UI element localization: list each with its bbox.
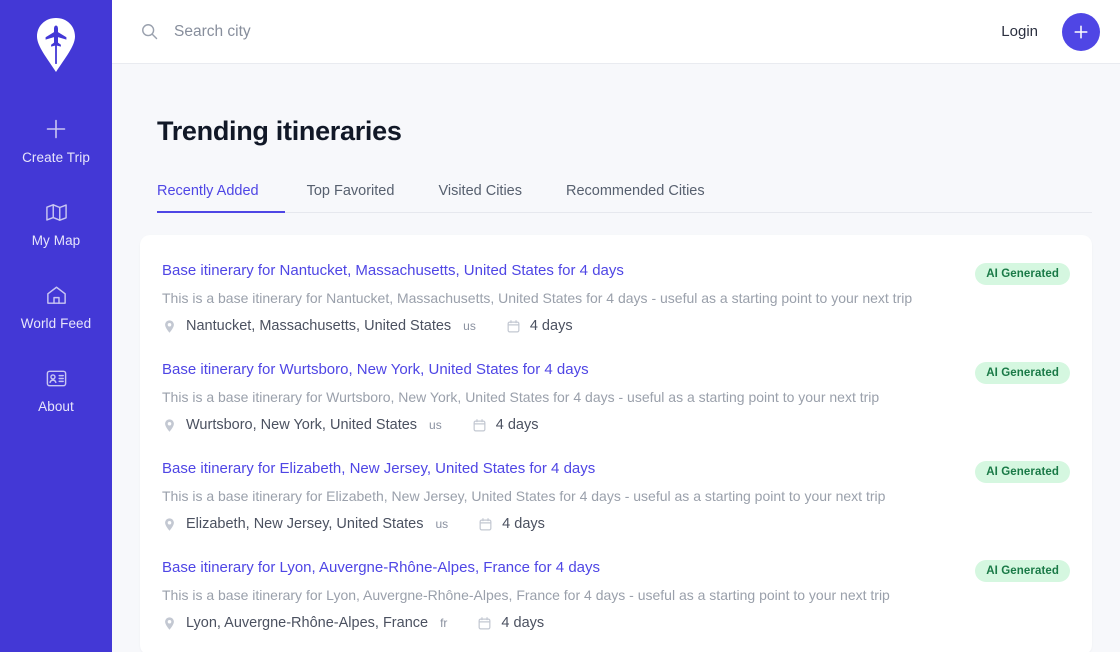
sidebar-item-label: World Feed [20, 316, 92, 331]
map-icon [45, 199, 68, 225]
country-code: us [435, 517, 449, 531]
itinerary-meta: Elizabeth, New Jersey, United States us … [162, 516, 957, 532]
itinerary-location: Nantucket, Massachusetts, United States … [162, 318, 476, 334]
itinerary-description: This is a base itinerary for Nantucket, … [162, 290, 913, 306]
top-bar: Login [112, 0, 1120, 64]
status-badge: AI Generated [975, 362, 1070, 384]
location-text: Nantucket, Massachusetts, United States [186, 318, 452, 334]
sidebar-item-label: My Map [31, 233, 81, 248]
sidebar-item-label: Create Trip [22, 150, 90, 165]
itinerary-meta: Lyon, Auvergne-Rhône-Alpes, France fr 4 … [162, 615, 957, 631]
country-code: us [429, 418, 442, 432]
itinerary-body: Base itinerary for Lyon, Auvergne-Rhône-… [162, 558, 957, 631]
tab-visited-cities[interactable]: Visited Cities [416, 175, 544, 213]
tab-bar: Recently Added Top Favorited Visited Cit… [157, 175, 1092, 213]
itinerary-body: Base itinerary for Elizabeth, New Jersey… [162, 459, 957, 532]
duration-text: 4 days [501, 615, 545, 631]
itinerary-description: This is a base itinerary for Wurtsboro, … [162, 389, 880, 405]
main-area: Login Trending itineraries Recently Adde… [112, 0, 1120, 652]
sidebar-item-my-map[interactable]: My Map [0, 189, 112, 255]
duration-text: 4 days [502, 516, 545, 532]
sidebar-item-about[interactable]: About [0, 355, 112, 421]
sidebar-item-label: About [38, 399, 74, 414]
itinerary-meta: Wurtsboro, New York, United States us 4 … [162, 417, 957, 433]
itinerary-title-link[interactable]: Base itinerary for Wurtsboro, New York, … [162, 360, 957, 380]
sidebar-item-world-feed[interactable]: World Feed [0, 272, 112, 338]
itinerary-duration: 4 days [478, 516, 545, 532]
itinerary-duration: 4 days [506, 318, 573, 334]
duration-text: 4 days [529, 318, 573, 334]
location-text: Lyon, Auvergne-Rhône-Alpes, France [186, 615, 429, 631]
page-title: Trending itineraries [157, 116, 402, 146]
add-trip-button[interactable] [1062, 12, 1100, 51]
itinerary-title-link[interactable]: Base itinerary for Nantucket, Massachuse… [162, 261, 957, 281]
sidebar-item-create-trip[interactable]: Create Trip [0, 106, 112, 172]
id-card-icon [45, 365, 68, 391]
itinerary-title-link[interactable]: Base itinerary for Elizabeth, New Jersey… [162, 459, 957, 479]
top-bar-actions: Login [1001, 12, 1100, 51]
country-code: us [463, 319, 476, 333]
search-icon[interactable] [140, 22, 159, 41]
calendar-icon [506, 319, 521, 334]
location-text: Elizabeth, New Jersey, United States [186, 516, 424, 532]
location-pin-icon [162, 418, 177, 433]
itinerary-title-link[interactable]: Base itinerary for Lyon, Auvergne-Rhône-… [162, 558, 957, 578]
tab-recently-added[interactable]: Recently Added [157, 175, 285, 213]
status-badge: AI Generated [975, 263, 1070, 285]
itinerary-location: Elizabeth, New Jersey, United States us [162, 516, 448, 532]
app-logo[interactable] [28, 14, 84, 76]
location-pin-icon [162, 517, 177, 532]
tab-top-favorited[interactable]: Top Favorited [285, 175, 417, 213]
list-item[interactable]: Base itinerary for Elizabeth, New Jersey… [162, 459, 1070, 558]
duration-text: 4 days [495, 417, 539, 433]
itinerary-list-card: Base itinerary for Nantucket, Massachuse… [140, 235, 1092, 652]
location-text: Wurtsboro, New York, United States [186, 417, 418, 433]
location-pin-icon [162, 319, 177, 334]
status-badge: AI Generated [975, 461, 1070, 483]
itinerary-location: Wurtsboro, New York, United States us [162, 417, 442, 433]
calendar-icon [472, 418, 487, 433]
app-root: Create Trip My Map World Feed About Sear… [0, 0, 1120, 652]
list-item[interactable]: Base itinerary for Wurtsboro, New York, … [162, 360, 1070, 459]
itinerary-location: Lyon, Auvergne-Rhône-Alpes, France fr [162, 615, 447, 631]
search-area [140, 22, 1001, 41]
itinerary-body: Base itinerary for Nantucket, Massachuse… [162, 261, 957, 334]
list-item[interactable]: Base itinerary for Lyon, Auvergne-Rhône-… [162, 558, 1070, 652]
search-input[interactable] [174, 22, 594, 41]
home-icon [45, 282, 68, 308]
itinerary-meta: Nantucket, Massachusetts, United States … [162, 318, 957, 334]
itinerary-duration: 4 days [472, 417, 539, 433]
country-code: fr [440, 616, 448, 630]
tab-recommended-cities[interactable]: Recommended Cities [544, 175, 727, 213]
login-button[interactable]: Login [1001, 23, 1038, 40]
calendar-icon [478, 517, 493, 532]
status-badge: AI Generated [975, 560, 1070, 582]
plus-icon [1074, 24, 1088, 39]
location-pin-icon [162, 616, 177, 631]
itinerary-description: This is a base itinerary for Elizabeth, … [162, 488, 886, 504]
map-pin-airplane-logo-icon [37, 18, 75, 72]
itinerary-duration: 4 days [477, 615, 544, 631]
calendar-icon [477, 616, 492, 631]
itinerary-description: This is a base itinerary for Lyon, Auver… [162, 587, 890, 603]
content-area: Trending itineraries Recently Added Top … [112, 64, 1120, 652]
list-item[interactable]: Base itinerary for Nantucket, Massachuse… [162, 261, 1070, 360]
itinerary-body: Base itinerary for Wurtsboro, New York, … [162, 360, 957, 433]
sidebar: Create Trip My Map World Feed About [0, 0, 112, 652]
plus-icon [45, 116, 67, 142]
